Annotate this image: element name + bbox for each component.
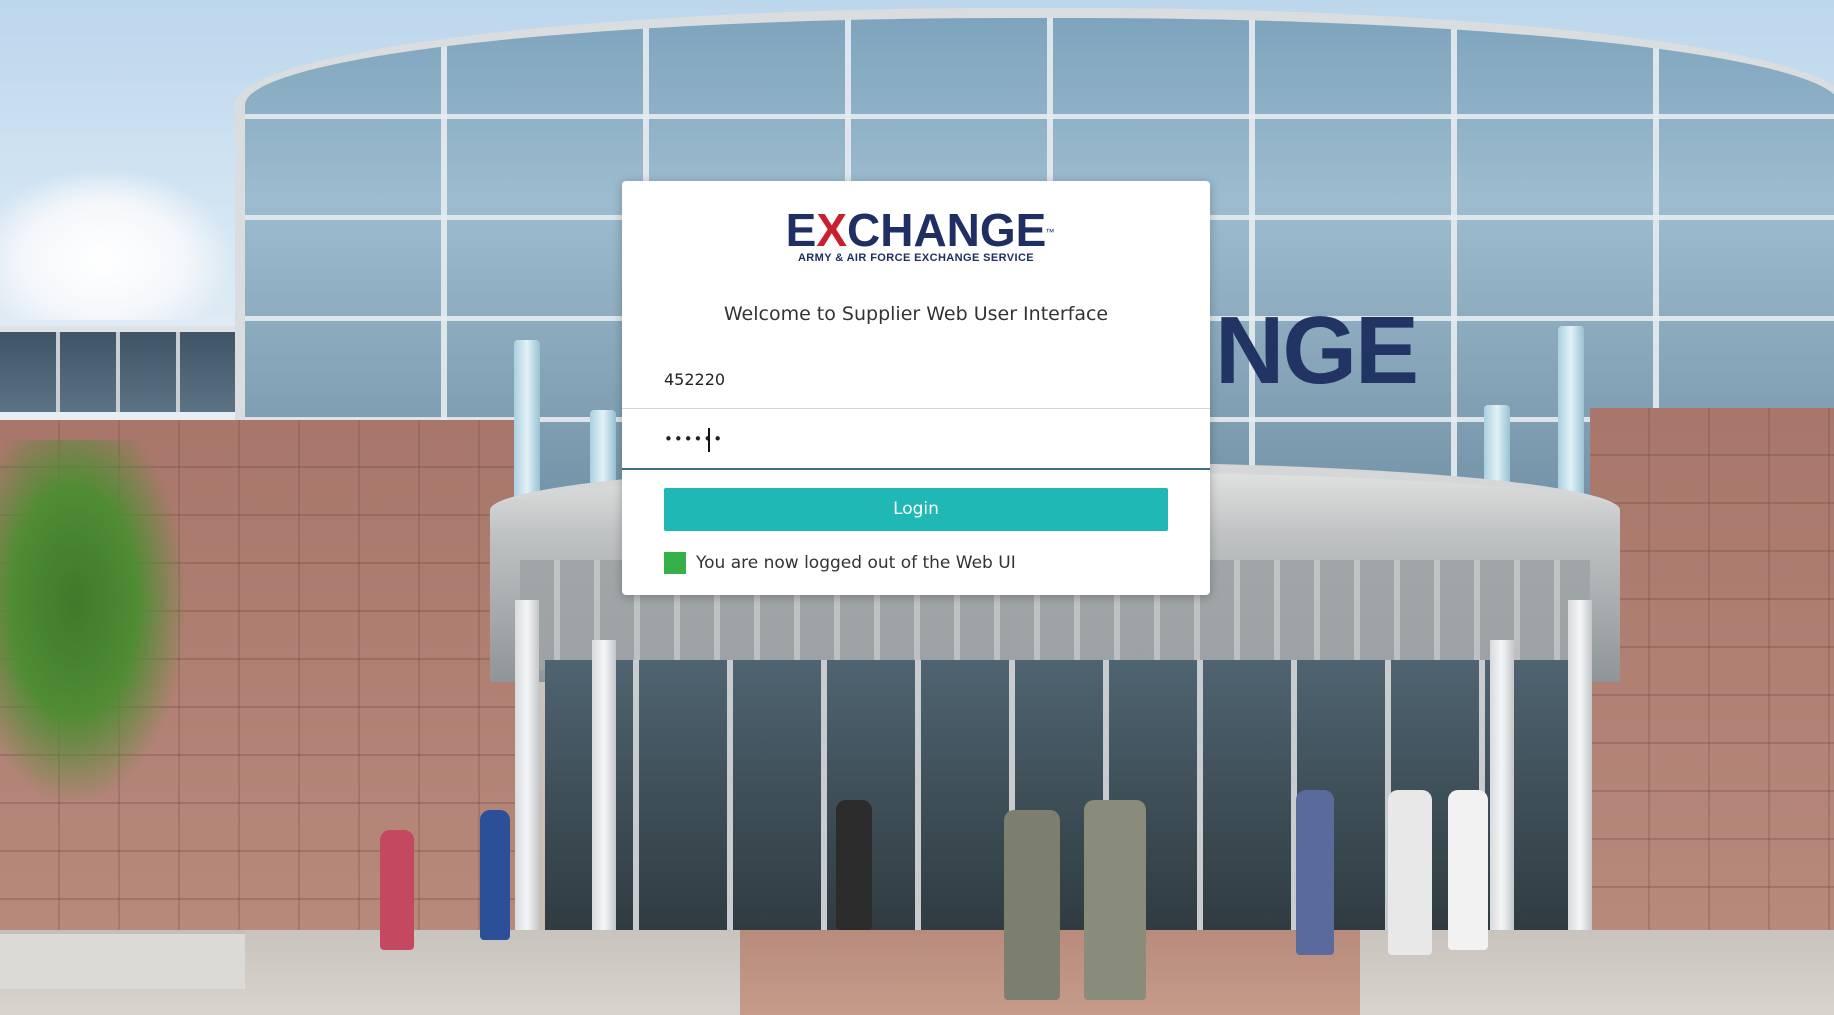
status-message: You are now logged out of the Web UI <box>696 553 1016 573</box>
login-page: NGE EXCHANGE ™ ARMY & AIR FORCE EXCHANGE … <box>0 0 1834 1015</box>
logo-trademark: ™ <box>1045 227 1055 237</box>
username-input[interactable] <box>664 350 1164 408</box>
background-person <box>1388 790 1432 955</box>
background-pillar <box>1490 640 1514 940</box>
login-button[interactable]: Login <box>664 488 1168 531</box>
background-cloud <box>0 170 230 320</box>
background-pillar <box>515 600 539 960</box>
login-card: EXCHANGE ™ ARMY & AIR FORCE EXCHANGE SERV… <box>622 181 1210 595</box>
background-tree <box>0 440 185 800</box>
logout-status: You are now logged out of the Web UI <box>664 552 1016 574</box>
background-person <box>1448 790 1488 950</box>
background-pillar <box>592 640 616 940</box>
password-field-container <box>622 410 1210 470</box>
background-pillar <box>1568 600 1592 960</box>
background-building-sign: NGE <box>1215 297 1419 404</box>
background-brick-wall-right <box>1590 408 1834 938</box>
background-person <box>1296 790 1334 955</box>
background-person <box>480 810 510 940</box>
exchange-logo: EXCHANGE ™ ARMY & AIR FORCE EXCHANGE SERV… <box>622 207 1210 264</box>
logo-wordmark: EXCHANGE ™ <box>785 204 1055 256</box>
background-person <box>836 800 872 930</box>
success-indicator-icon <box>664 552 686 574</box>
logo-letter-x: X <box>816 204 848 256</box>
background-planter <box>0 930 245 989</box>
background-light-pole <box>514 340 540 515</box>
background-light-pole <box>1558 326 1584 501</box>
background-person <box>1084 800 1146 1000</box>
password-input[interactable] <box>664 410 1164 468</box>
background-person <box>380 830 414 950</box>
username-field-container <box>622 350 1210 409</box>
text-cursor <box>708 428 710 452</box>
background-left-annex <box>0 326 235 412</box>
welcome-heading: Welcome to Supplier Web User Interface <box>723 303 1109 325</box>
background-person <box>1004 810 1060 1000</box>
logo-letters-change: CHANGE <box>847 204 1047 256</box>
logo-letter-e: E <box>785 204 817 256</box>
